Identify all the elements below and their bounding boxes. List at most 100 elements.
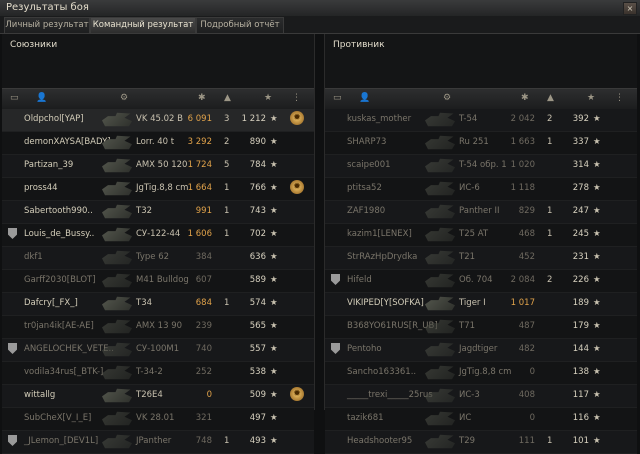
player-name[interactable]: _____trexi_____25rus — [347, 390, 433, 400]
squad-icon[interactable]: ▭ — [10, 93, 19, 103]
tank-icon[interactable]: ⚙ — [120, 93, 128, 103]
tank-name: СУ-100М1 — [136, 344, 180, 354]
xp-icon[interactable]: ★ — [587, 93, 595, 103]
player-name[interactable]: ptitsa52 — [347, 183, 382, 193]
player-icon[interactable]: 👤 — [359, 93, 370, 103]
player-name[interactable]: scaipe001 — [347, 160, 391, 170]
medal-column-icon[interactable]: ⋮ — [615, 93, 624, 103]
player-name[interactable]: kuskas_mother — [347, 114, 411, 124]
damage-icon[interactable]: ✱ — [521, 93, 529, 103]
player-row[interactable]: StrRAzHpDrydka T21 452 231 ★ — [325, 247, 637, 270]
player-row[interactable]: Pentoho Jagdtiger 482 144 ★ — [325, 339, 637, 362]
damage-value: 0 — [529, 413, 535, 423]
player-row[interactable]: _____trexi_____25rus ИС-3 408 117 ★ — [325, 385, 637, 408]
player-row[interactable]: vodila34rus[_BTK-] T-34-2 252 538 ★ — [2, 362, 314, 385]
player-name[interactable]: Sancho163361.. — [347, 367, 416, 377]
player-name[interactable]: tazik681 — [347, 413, 384, 423]
player-name[interactable]: Partizan_39 — [24, 160, 73, 170]
frags-value: 2 — [547, 114, 553, 124]
xp-icon[interactable]: ★ — [264, 93, 272, 103]
player-row[interactable]: B368YO61RUS[R_UB] T71 487 179 ★ — [325, 316, 637, 339]
frags-icon[interactable]: ▲ — [224, 93, 231, 103]
player-row[interactable]: Sabertooth990.. T32 991 1 743 ★ — [2, 201, 314, 224]
tab-detailed-report[interactable]: Подробный отчёт — [196, 17, 284, 33]
close-button[interactable]: × — [623, 2, 637, 15]
player-row[interactable]: tr0jan4ik[AE-AE] AMX 13 90 239 565 ★ — [2, 316, 314, 339]
frags-value: 1 — [224, 183, 230, 193]
player-row[interactable]: wittallg T26E4 0 509 ★ ✹ — [2, 385, 314, 408]
player-name[interactable]: Louis_de_Bussy.. — [24, 229, 94, 239]
player-name[interactable]: vodila34rus[_BTK-] — [24, 367, 103, 377]
medal-column-icon[interactable]: ⋮ — [292, 93, 301, 103]
xp-value: 497 — [249, 413, 266, 423]
player-row[interactable]: Louis_de_Bussy.. СУ-122-44 1 606 1 702 ★ — [2, 224, 314, 247]
player-name[interactable]: B368YO61RUS[R_UB] — [347, 321, 438, 331]
tank-name: JPanther — [136, 436, 172, 446]
player-row[interactable]: Headshooter95 T29 111 1 101 ★ — [325, 431, 637, 454]
player-row[interactable]: scaipe001 T-54 обр. 11 020 314 ★ — [325, 155, 637, 178]
player-name[interactable]: tr0jan4ik[AE-AE] — [24, 321, 94, 331]
frags-icon[interactable]: ▲ — [547, 93, 554, 103]
player-name[interactable]: ANGELOCHEK_VETE.. — [24, 344, 114, 354]
player-row[interactable]: ZAF1980 Panther II 829 1 247 ★ — [325, 201, 637, 224]
xp-star-icon: ★ — [270, 344, 278, 354]
player-name[interactable]: Dafcry[_FX_] — [24, 298, 78, 308]
xp-value: 538 — [249, 367, 266, 377]
player-name[interactable]: ZAF1980 — [347, 206, 385, 216]
xp-star-icon: ★ — [593, 275, 601, 285]
player-row[interactable]: SHARP73 Ru 251 1 663 1 337 ★ — [325, 132, 637, 155]
damage-value: 468 — [518, 229, 535, 239]
player-row[interactable]: Oldpchol[YAP] VK 45.02 B 6 091 3 1 212 ★ ✹ — [2, 109, 314, 132]
player-name[interactable]: Headshooter95 — [347, 436, 412, 446]
player-row[interactable]: ptitsa52 ИС-6 1 118 278 ★ — [325, 178, 637, 201]
player-name[interactable]: Oldpchol[YAP] — [24, 114, 84, 124]
tank-name: VK 28.01 — [136, 413, 175, 423]
tank-icon[interactable]: ⚙ — [443, 93, 451, 103]
player-name[interactable]: Pentoho — [347, 344, 382, 354]
medal-icon[interactable]: ✹ — [290, 180, 304, 194]
player-row[interactable]: VIKIPED[Y[SOFKA] Tiger I 1 017 189 ★ — [325, 293, 637, 316]
player-name[interactable]: StrRAzHpDrydka — [347, 252, 417, 262]
player-name[interactable]: VIKIPED[Y[SOFKA] — [347, 298, 424, 308]
xp-star-icon: ★ — [593, 344, 601, 354]
damage-icon[interactable]: ✱ — [198, 93, 206, 103]
player-name[interactable]: pross44 — [24, 183, 58, 193]
enemies-header: ▭ 👤 ⚙ ✱ ▲ ★ ⋮ — [325, 88, 637, 110]
player-row[interactable]: demonXAYSA[BADY] Lorr. 40 t 3 292 2 890 ★ — [2, 132, 314, 155]
xp-star-icon: ★ — [593, 183, 601, 193]
player-row[interactable]: dkf1 Type 62 384 636 ★ — [2, 247, 314, 270]
player-name[interactable]: demonXAYSA[BADY] — [24, 137, 111, 147]
player-row[interactable]: Sancho163361.. JgTig.8,8 cm 0 138 ★ — [325, 362, 637, 385]
player-name[interactable]: Hifeld — [347, 275, 372, 285]
player-row[interactable]: Garff2030[BLOT] M41 Bulldog 607 589 ★ — [2, 270, 314, 293]
medal-icon[interactable]: ✹ — [290, 111, 304, 125]
player-name[interactable]: Garff2030[BLOT] — [24, 275, 96, 285]
player-row[interactable]: kuskas_mother T-54 2 042 2 392 ★ — [325, 109, 637, 132]
player-row[interactable]: SubCheX[V_I_E] VK 28.01 321 497 ★ — [2, 408, 314, 431]
damage-value: 239 — [195, 321, 212, 331]
player-row[interactable]: _JLemon_[DEV1L] JPanther 748 1 493 ★ — [2, 431, 314, 454]
player-icon[interactable]: 👤 — [36, 93, 47, 103]
player-name[interactable]: _JLemon_[DEV1L] — [24, 436, 98, 446]
xp-value: 784 — [249, 160, 266, 170]
player-row[interactable]: tazik681 ИС 0 116 ★ — [325, 408, 637, 431]
player-row[interactable]: Partizan_39 AMX 50 120 1 724 5 784 ★ — [2, 155, 314, 178]
player-name[interactable]: SubCheX[V_I_E] — [24, 413, 91, 423]
player-row[interactable]: Hifeld Об. 704 2 084 2 226 ★ — [325, 270, 637, 293]
medal-icon[interactable]: ✹ — [290, 387, 304, 401]
tab-team-result[interactable]: Командный результат — [90, 17, 196, 33]
xp-star-icon: ★ — [270, 114, 278, 124]
squad-icon[interactable]: ▭ — [333, 93, 342, 103]
player-name[interactable]: wittallg — [24, 390, 55, 400]
player-name[interactable]: Sabertooth990.. — [24, 206, 93, 216]
player-row[interactable]: ANGELOCHEK_VETE.. СУ-100М1 740 557 ★ — [2, 339, 314, 362]
tab-personal-result[interactable]: Личный результат — [4, 17, 90, 33]
player-row[interactable]: kazim1[LENEX] T25 AT 468 1 245 ★ — [325, 224, 637, 247]
xp-star-icon: ★ — [593, 252, 601, 262]
xp-star-icon: ★ — [270, 206, 278, 216]
player-row[interactable]: Dafcry[_FX_] T34 684 1 574 ★ — [2, 293, 314, 316]
player-name[interactable]: SHARP73 — [347, 137, 386, 147]
player-name[interactable]: kazim1[LENEX] — [347, 229, 412, 239]
player-name[interactable]: dkf1 — [24, 252, 43, 262]
player-row[interactable]: pross44 JgTig.8,8 cm 1 664 1 766 ★ ✹ — [2, 178, 314, 201]
